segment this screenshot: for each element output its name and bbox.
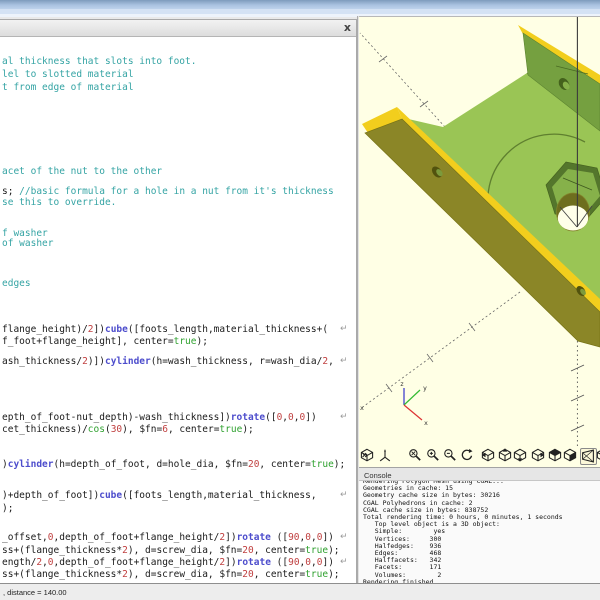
editor-dock-titlebar[interactable]: x xyxy=(0,20,356,37)
y-axis-ticks xyxy=(378,55,429,108)
3d-viewport[interactable]: x z y x xyxy=(359,16,600,447)
view-center-icon[interactable] xyxy=(563,448,578,463)
zoom-all-icon[interactable] xyxy=(408,448,423,463)
x-axis-edge-label: x xyxy=(360,404,364,412)
view-all-icon[interactable] xyxy=(360,448,375,463)
code-line: of washer xyxy=(2,238,54,249)
view-diagonal-icon[interactable] xyxy=(548,448,563,463)
code-line: se this to override. xyxy=(2,197,117,208)
code-line: cet_thickness)/cos(30), $fn=6, center=tr… xyxy=(2,424,254,435)
code-line: ss+(flange_thickness*2), d=screw_dia, $f… xyxy=(2,569,340,580)
code-line: ss+(flange_thickness*2), d=screw_dia, $f… xyxy=(2,545,340,556)
zoom-in-icon[interactable] xyxy=(426,448,441,463)
code-line: )+depth_of_foot])cube([foots_length,mate… xyxy=(2,490,317,501)
wrap-marker-icon: ↵ xyxy=(340,557,348,567)
code-line: al thickness that slots into foot. xyxy=(2,56,197,67)
zoom-out-icon[interactable] xyxy=(443,448,458,463)
window-titlebar[interactable] xyxy=(0,0,600,9)
svg-text:z: z xyxy=(400,380,404,388)
perspective-icon[interactable] xyxy=(580,448,597,465)
axis-indicator: z y x xyxy=(400,380,428,427)
code-line: )cylinder(h=depth_of_foot, d=hole_dia, $… xyxy=(2,459,346,470)
svg-text:y: y xyxy=(423,384,427,392)
wrap-marker-icon: ↵ xyxy=(340,324,348,334)
code-line: f_foot+flange_height], center=true); xyxy=(2,336,208,347)
svg-text:x: x xyxy=(424,419,428,427)
close-icon[interactable]: x xyxy=(344,21,351,34)
wrap-marker-icon: ↵ xyxy=(340,356,348,366)
console-log[interactable]: Rendering Polygon Mesh using CGAL... Geom… xyxy=(359,481,600,583)
reset-view-icon[interactable] xyxy=(460,448,475,463)
code-line: epth_of_foot-nut_depth)-wash_thickness])… xyxy=(2,412,317,423)
console-title: Console xyxy=(364,471,392,480)
code-line: _offset,0,depth_of_foot+flange_height/2]… xyxy=(2,532,334,543)
wrap-marker-icon: ↵ xyxy=(340,532,348,542)
viewport-toolbar xyxy=(359,447,600,467)
wrap-marker-icon: ↵ xyxy=(340,490,348,500)
code-line: acet of the nut to the other xyxy=(2,166,163,177)
code-line: ); xyxy=(2,503,14,514)
view-bottom-icon[interactable] xyxy=(513,448,528,463)
code-line: ength/2,0,depth_of_foot+flange_height/2]… xyxy=(2,557,334,568)
view-top-icon[interactable] xyxy=(498,448,513,463)
orthogonal-icon[interactable] xyxy=(596,448,600,463)
code-editor[interactable]: al thickness that slots into foot. lel to… xyxy=(0,37,356,583)
wrap-marker-icon: ↵ xyxy=(340,412,348,422)
view-left-icon[interactable] xyxy=(481,448,496,463)
console-header[interactable]: Console xyxy=(359,467,600,481)
openscad-window: x al thickness that slots into foot. lel … xyxy=(0,0,600,600)
status-bar: , distance = 140.00 xyxy=(0,583,600,600)
view-right-icon[interactable] xyxy=(531,448,546,463)
code-line: ash_thickness/2)])cylinder(h=wash_thickn… xyxy=(2,356,334,367)
code-line: s; //basic formula for a hole in a nut f… xyxy=(2,186,334,197)
code-line: t from edge of material xyxy=(2,82,134,93)
code-line: edges xyxy=(2,278,31,289)
z-axis-dashes xyxy=(570,341,585,447)
code-line: flange_height)/2])cube([foots_length,mat… xyxy=(2,324,329,335)
editor-panel: x al thickness that slots into foot. lel … xyxy=(0,19,357,584)
status-distance-text: , distance = 140.00 xyxy=(3,588,67,597)
show-axes-icon[interactable] xyxy=(378,448,393,463)
x-axis-dashes xyxy=(359,291,521,410)
code-line: lel to slotted material xyxy=(2,69,134,80)
